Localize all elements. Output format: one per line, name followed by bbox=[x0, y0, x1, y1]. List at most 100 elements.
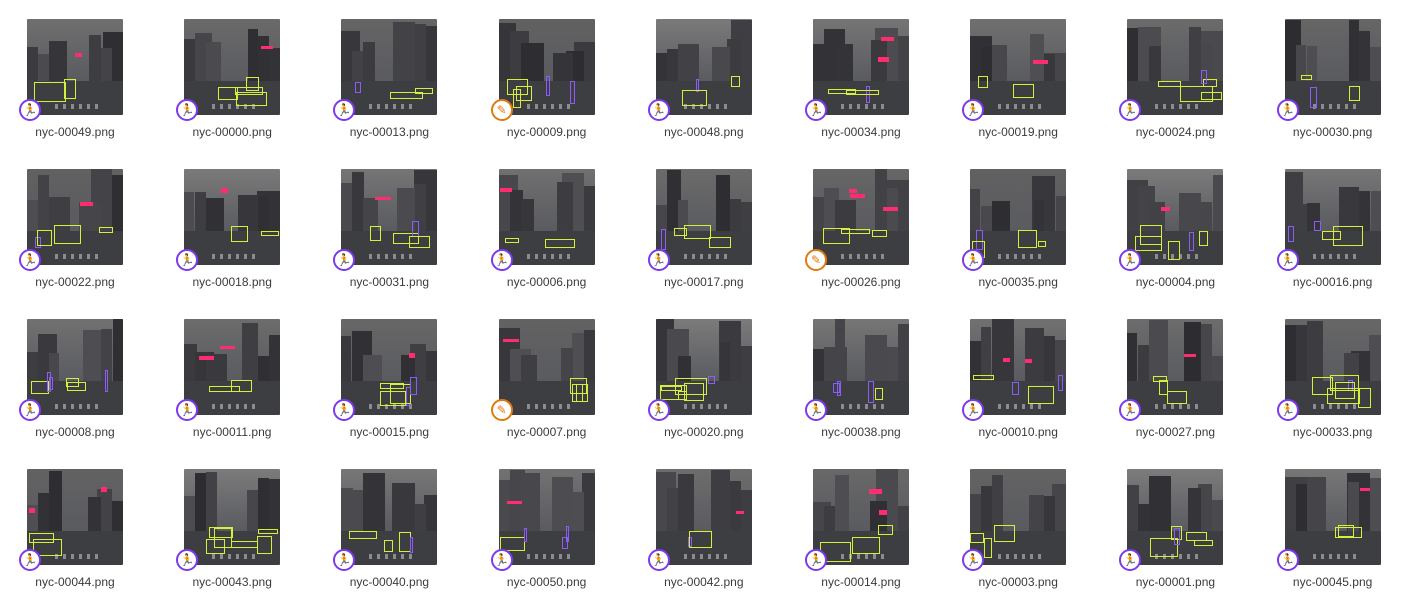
vehicle-bounding-box bbox=[370, 226, 382, 241]
thumbnail-tile[interactable]: 🏃 nyc-00014.png bbox=[801, 469, 921, 599]
vehicle-bounding-box bbox=[730, 76, 740, 87]
crosswalk-stripe bbox=[228, 104, 232, 109]
thumbnail-tile[interactable]: 🏃 nyc-00024.png bbox=[1115, 19, 1235, 149]
thumbnail-tile[interactable]: 🏃 nyc-00030.png bbox=[1273, 19, 1393, 149]
thumbnail-tile[interactable]: 🏃 nyc-00043.png bbox=[172, 469, 292, 599]
thumbnail-image[interactable] bbox=[970, 469, 1067, 565]
thumbnail-image[interactable] bbox=[184, 19, 281, 115]
thumbnail-image[interactable] bbox=[1127, 319, 1224, 415]
vehicle-bounding-box bbox=[823, 228, 850, 244]
thumbnail-tile[interactable]: 🏃 nyc-00042.png bbox=[644, 469, 764, 599]
thumbnail-tile[interactable]: 🏃 nyc-00022.png bbox=[15, 169, 135, 299]
crosswalk-stripe bbox=[865, 254, 868, 259]
thumbnail-image[interactable] bbox=[813, 319, 909, 415]
thumbnail-tile[interactable]: 🏃 nyc-00044.png bbox=[15, 469, 135, 599]
thumbnail-tile[interactable]: 🏃 nyc-00035.png bbox=[958, 169, 1078, 299]
crosswalk-stripe bbox=[1352, 404, 1356, 409]
thumbnail-tile[interactable]: 🏃 nyc-00001.png bbox=[1115, 469, 1235, 599]
thumbnail-image[interactable] bbox=[655, 169, 752, 265]
thumbnail-tile[interactable]: 🏃 nyc-00020.png bbox=[644, 319, 764, 449]
thumbnail-image[interactable] bbox=[970, 19, 1067, 115]
pedestrian-running-icon: 🏃 bbox=[1119, 549, 1142, 571]
thumbnail-tile[interactable]: ✎ nyc-00009.png bbox=[487, 19, 607, 149]
thumbnail-image[interactable] bbox=[813, 469, 909, 565]
thumbnail-image[interactable] bbox=[341, 469, 438, 565]
crosswalk-stripe bbox=[691, 554, 695, 559]
thumbnail-tile[interactable]: 🏃 nyc-00006.png bbox=[487, 169, 607, 299]
thumbnail-tile[interactable]: 🏃 nyc-00034.png bbox=[801, 19, 921, 149]
thumbnail-image[interactable] bbox=[498, 19, 595, 115]
thumbnail-image[interactable] bbox=[184, 169, 281, 265]
crosswalk-stripe bbox=[873, 554, 876, 559]
thumbnail-image[interactable] bbox=[813, 169, 909, 265]
thumbnail-image[interactable] bbox=[655, 19, 752, 115]
crosswalk-stripe bbox=[857, 404, 860, 409]
thumbnail-image[interactable] bbox=[184, 469, 281, 565]
thumbnail-tile[interactable]: 🏃 nyc-00010.png bbox=[958, 319, 1078, 449]
crosswalk-stripe bbox=[1344, 104, 1348, 109]
thumbnail-building bbox=[551, 477, 573, 531]
thumbnail-image[interactable] bbox=[1284, 319, 1381, 415]
thumbnail-tile[interactable]: 🏃 nyc-00004.png bbox=[1115, 169, 1235, 299]
thumbnail-image[interactable] bbox=[813, 19, 909, 115]
thumbnail-image[interactable] bbox=[1127, 19, 1224, 115]
crosswalk-stripe bbox=[1038, 554, 1042, 559]
crosswalk-stripe bbox=[1022, 554, 1026, 559]
thumbnail-image[interactable] bbox=[341, 169, 438, 265]
thumbnail-tile[interactable]: ✎ nyc-00026.png bbox=[801, 169, 921, 299]
thumbnail-image[interactable] bbox=[27, 469, 123, 565]
thumbnail-tile[interactable]: 🏃 nyc-00040.png bbox=[329, 469, 449, 599]
thumbnail-image[interactable] bbox=[1127, 169, 1224, 265]
thumbnail-image[interactable] bbox=[970, 169, 1067, 265]
thumbnail-tile[interactable]: 🏃 nyc-00033.png bbox=[1273, 319, 1393, 449]
thumbnail-tile[interactable]: ✎ nyc-00007.png bbox=[487, 319, 607, 449]
thumbnail-image[interactable] bbox=[1127, 469, 1224, 565]
thumbnail-tile[interactable]: 🏃 nyc-00017.png bbox=[644, 169, 764, 299]
pedestrian-bounding-box bbox=[1201, 70, 1208, 84]
thumbnail-image[interactable] bbox=[1284, 469, 1381, 565]
crosswalk-stripe bbox=[715, 554, 719, 559]
thumbnail-tile[interactable]: 🏃 nyc-00003.png bbox=[958, 469, 1078, 599]
crosswalk-stripe bbox=[1336, 404, 1340, 409]
sign-bounding-box bbox=[199, 356, 215, 360]
thumbnail-tile[interactable]: 🏃 nyc-00027.png bbox=[1115, 319, 1235, 449]
thumbnail-tile[interactable]: 🏃 nyc-00038.png bbox=[801, 319, 921, 449]
thumbnail-building bbox=[111, 501, 123, 531]
thumbnail-tile[interactable]: 🏃 nyc-00000.png bbox=[172, 19, 292, 149]
thumbnail-tile[interactable]: 🏃 nyc-00016.png bbox=[1273, 169, 1393, 299]
thumbnail-image[interactable] bbox=[655, 469, 752, 565]
vehicle-bounding-box bbox=[1013, 84, 1035, 98]
thumbnail-tile[interactable]: 🏃 nyc-00050.png bbox=[487, 469, 607, 599]
thumbnail-tile[interactable]: 🏃 nyc-00008.png bbox=[15, 319, 135, 449]
thumbnail-building bbox=[520, 355, 537, 381]
thumbnail-image[interactable] bbox=[498, 319, 595, 415]
thumbnail-tile[interactable]: 🏃 nyc-00019.png bbox=[958, 19, 1078, 149]
crosswalk-stripe bbox=[998, 554, 1002, 559]
thumbnail-image[interactable] bbox=[27, 319, 123, 415]
pedestrian-running-icon: 🏃 bbox=[962, 549, 985, 571]
thumbnail-image[interactable] bbox=[27, 19, 123, 115]
thumbnail-tile[interactable]: 🏃 nyc-00015.png bbox=[329, 319, 449, 449]
thumbnail-tile[interactable]: 🏃 nyc-00045.png bbox=[1273, 469, 1393, 599]
thumbnail-image[interactable] bbox=[341, 319, 438, 415]
thumbnail-building bbox=[1347, 482, 1359, 531]
thumbnail-image[interactable] bbox=[1284, 169, 1381, 265]
crosswalk-stripe bbox=[857, 554, 860, 559]
thumbnail-tile[interactable]: 🏃 nyc-00048.png bbox=[644, 19, 764, 149]
thumbnail-tile[interactable]: 🏃 nyc-00031.png bbox=[329, 169, 449, 299]
thumbnail-image[interactable] bbox=[1284, 19, 1381, 115]
thumbnail-tile[interactable]: 🏃 nyc-00013.png bbox=[329, 19, 449, 149]
pedestrian-running-icon: 🏃 bbox=[490, 549, 513, 571]
vehicle-bounding-box bbox=[688, 531, 712, 548]
thumbnail-image[interactable] bbox=[655, 319, 752, 415]
thumbnail-image[interactable] bbox=[970, 319, 1067, 415]
thumbnail-building bbox=[49, 471, 62, 531]
thumbnail-image[interactable] bbox=[184, 319, 281, 415]
thumbnail-image[interactable] bbox=[27, 169, 123, 265]
thumbnail-tile[interactable]: 🏃 nyc-00011.png bbox=[172, 319, 292, 449]
thumbnail-image[interactable] bbox=[498, 469, 595, 565]
thumbnail-image[interactable] bbox=[341, 19, 438, 115]
thumbnail-tile[interactable]: 🏃 nyc-00049.png bbox=[15, 19, 135, 149]
thumbnail-tile[interactable]: 🏃 nyc-00018.png bbox=[172, 169, 292, 299]
thumbnail-image[interactable] bbox=[498, 169, 595, 265]
